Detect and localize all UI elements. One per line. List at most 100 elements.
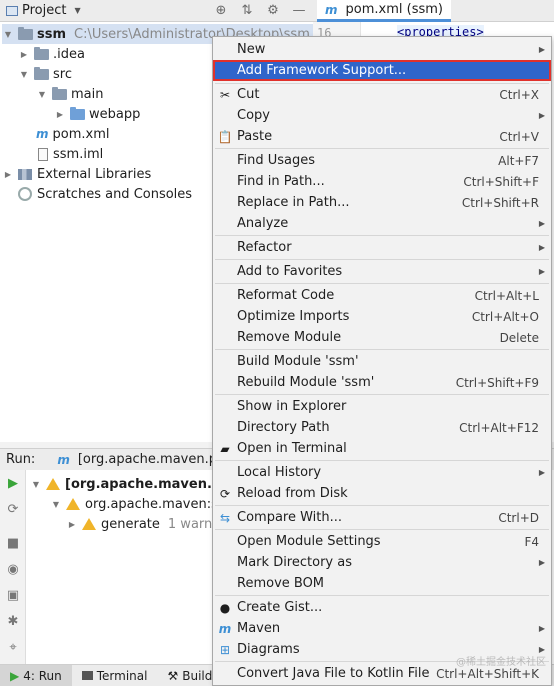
settings-icon[interactable]: ✱ bbox=[6, 614, 20, 629]
menu-item-show-in-explorer[interactable]: Show in Explorer bbox=[213, 396, 551, 417]
menu-item-find-usages[interactable]: Find Usages Alt+F7 bbox=[213, 150, 551, 171]
menu-item-open-in-terminal[interactable]: ▰ Open in Terminal bbox=[213, 438, 551, 459]
menu-item-create-gist[interactable]: ● Create Gist... bbox=[213, 597, 551, 618]
menu-item-shortcut: F4 bbox=[524, 534, 539, 549]
menu-item-build-module[interactable]: Build Module 'ssm' bbox=[213, 351, 551, 372]
eye-icon[interactable]: ◉ bbox=[6, 562, 20, 577]
chevron-right-icon[interactable]: ▶ bbox=[54, 110, 66, 119]
menu-item-replace-in-path[interactable]: Replace in Path... Ctrl+Shift+R bbox=[213, 192, 551, 213]
menu-item-label: Open Module Settings bbox=[237, 534, 381, 549]
tree-item-main[interactable]: ▼ main bbox=[36, 84, 103, 104]
reload-icon: ⟳ bbox=[219, 486, 231, 501]
maven-file-icon: m bbox=[325, 2, 338, 17]
menu-item-label: Cut bbox=[237, 87, 260, 102]
tree-item-label: .idea bbox=[53, 46, 85, 62]
menu-item-remove-module[interactable]: Remove Module Delete bbox=[213, 327, 551, 348]
tree-item-label: src bbox=[53, 66, 72, 82]
debug-icon[interactable]: ⟳ bbox=[6, 502, 20, 517]
menu-item-analyze[interactable]: Analyze ▶ bbox=[213, 213, 551, 234]
terminal-icon bbox=[81, 671, 93, 680]
tree-item-label: External Libraries bbox=[37, 166, 152, 182]
tree-item-scratches[interactable]: Scratches and Consoles bbox=[18, 184, 192, 204]
tree-item-external-libraries[interactable]: ▶ External Libraries bbox=[2, 164, 151, 184]
chevron-down-icon[interactable]: ▼ bbox=[50, 500, 62, 509]
menu-item-add-to-favorites[interactable]: Add to Favorites ▶ bbox=[213, 261, 551, 282]
tree-item-src[interactable]: ▼ src bbox=[18, 64, 72, 84]
module-folder-icon bbox=[18, 26, 33, 40]
submenu-arrow-icon: ▶ bbox=[538, 219, 545, 228]
chevron-down-icon[interactable]: ▼ bbox=[36, 90, 48, 99]
tree-item-idea[interactable]: ▶ .idea bbox=[18, 44, 85, 64]
hide-panel-icon[interactable]: — bbox=[291, 3, 307, 18]
menu-item-reformat-code[interactable]: Reformat Code Ctrl+Alt+L bbox=[213, 285, 551, 306]
run-tree-row[interactable]: ▼ org.apache.maven:sta bbox=[50, 494, 231, 514]
submenu-arrow-icon: ▶ bbox=[538, 468, 545, 477]
chevron-right-icon[interactable]: ▶ bbox=[66, 520, 78, 529]
menu-item-label: Copy bbox=[237, 108, 270, 123]
menu-item-reload-from-disk[interactable]: ⟳ Reload from Disk bbox=[213, 483, 551, 504]
menu-item-shortcut: Delete bbox=[499, 330, 539, 345]
menu-item-open-module-settings[interactable]: Open Module Settings F4 bbox=[213, 531, 551, 552]
menu-separator bbox=[215, 529, 549, 530]
menu-item-copy[interactable]: Copy ▶ bbox=[213, 105, 551, 126]
menu-item-directory-path[interactable]: Directory Path Ctrl+Alt+F12 bbox=[213, 417, 551, 438]
chevron-down-icon[interactable]: ▼ bbox=[2, 30, 14, 39]
project-view-icon bbox=[6, 5, 18, 16]
project-panel-header: Project ▼ ⊕ ⇅ ⚙ — bbox=[0, 0, 313, 22]
menu-item-shortcut: Alt+F7 bbox=[498, 153, 539, 168]
menu-item-new[interactable]: New ▶ bbox=[213, 39, 551, 60]
scratches-icon bbox=[18, 187, 32, 201]
tool-window-terminal[interactable]: Terminal bbox=[72, 665, 158, 686]
menu-item-remove-bom[interactable]: Remove BOM bbox=[213, 573, 551, 594]
menu-item-shortcut: Ctrl+D bbox=[498, 510, 539, 525]
chevron-right-icon[interactable]: ▶ bbox=[2, 170, 14, 179]
menu-item-shortcut: Ctrl+Shift+R bbox=[461, 195, 539, 210]
gear-icon[interactable]: ⚙ bbox=[265, 3, 281, 18]
chevron-down-icon[interactable]: ▼ bbox=[30, 480, 42, 489]
tool-window-run[interactable]: ▶ 4: Run bbox=[0, 665, 72, 686]
stop-icon[interactable]: ■ bbox=[6, 536, 20, 551]
chevron-right-icon[interactable]: ▶ bbox=[18, 50, 30, 59]
menu-item-local-history[interactable]: Local History ▶ bbox=[213, 462, 551, 483]
tree-item-pom-xml[interactable]: m pom.xml bbox=[36, 124, 110, 144]
project-title-label: Project bbox=[22, 3, 67, 18]
file-icon bbox=[38, 147, 48, 161]
menu-item-label: Local History bbox=[237, 465, 322, 480]
collapse-all-icon[interactable]: ⇅ bbox=[239, 3, 255, 18]
run-tree-row[interactable]: ▶ generate 1 warnin bbox=[66, 514, 224, 534]
menu-item-add-framework-support[interactable]: Add Framework Support... bbox=[213, 60, 551, 81]
menu-item-mark-directory-as[interactable]: Mark Directory as ▶ bbox=[213, 552, 551, 573]
menu-item-label: Find Usages bbox=[237, 153, 316, 168]
menu-item-optimize-imports[interactable]: Optimize Imports Ctrl+Alt+O bbox=[213, 306, 551, 327]
menu-item-find-in-path[interactable]: Find in Path... Ctrl+Shift+F bbox=[213, 171, 551, 192]
tab-pom-xml[interactable]: m pom.xml (ssm) bbox=[317, 0, 451, 22]
context-menu: New ▶ Add Framework Support... ✂ Cut Ctrl+X… bbox=[212, 36, 552, 686]
menu-item-shortcut: Ctrl+Shift+F bbox=[463, 174, 539, 189]
tree-item-ssm-iml[interactable]: ssm.iml bbox=[38, 144, 103, 164]
submenu-arrow-icon: ▶ bbox=[538, 243, 545, 252]
tree-item-webapp[interactable]: ▶ webapp bbox=[54, 104, 140, 124]
run-toolbar: ▶ ⟳ ■ ◉ ▣ ✱ ⌖ bbox=[0, 470, 26, 664]
chevron-down-icon[interactable]: ▼ bbox=[74, 6, 80, 15]
menu-item-rebuild-module[interactable]: Rebuild Module 'ssm' Ctrl+Shift+F9 bbox=[213, 372, 551, 393]
menu-item-label: Analyze bbox=[237, 216, 289, 231]
menu-item-cut[interactable]: ✂ Cut Ctrl+X bbox=[213, 84, 551, 105]
locate-icon[interactable]: ⊕ bbox=[213, 3, 229, 18]
menu-item-maven[interactable]: m Maven ▶ bbox=[213, 618, 551, 639]
menu-item-compare-with[interactable]: ⇆ Compare With... Ctrl+D bbox=[213, 507, 551, 528]
menu-item-paste[interactable]: 📋 Paste Ctrl+V bbox=[213, 126, 551, 147]
menu-item-refactor[interactable]: Refactor ▶ bbox=[213, 237, 551, 258]
tool-window-label: 4: Run bbox=[23, 668, 62, 683]
terminal-icon: ▰ bbox=[220, 441, 230, 456]
project-panel-title[interactable]: Project ▼ bbox=[6, 3, 81, 18]
rerun-icon[interactable]: ▶ bbox=[6, 476, 20, 491]
menu-separator bbox=[215, 283, 549, 284]
menu-item-label: Remove BOM bbox=[237, 576, 325, 591]
camera-icon[interactable]: ▣ bbox=[6, 588, 20, 603]
chevron-down-icon[interactable]: ▼ bbox=[18, 70, 30, 79]
menu-item-shortcut: Ctrl+Alt+F12 bbox=[459, 420, 539, 435]
pin-icon[interactable]: ⌖ bbox=[6, 640, 20, 655]
folder-icon bbox=[52, 86, 67, 100]
warning-icon bbox=[66, 498, 80, 510]
folder-icon bbox=[34, 66, 49, 80]
